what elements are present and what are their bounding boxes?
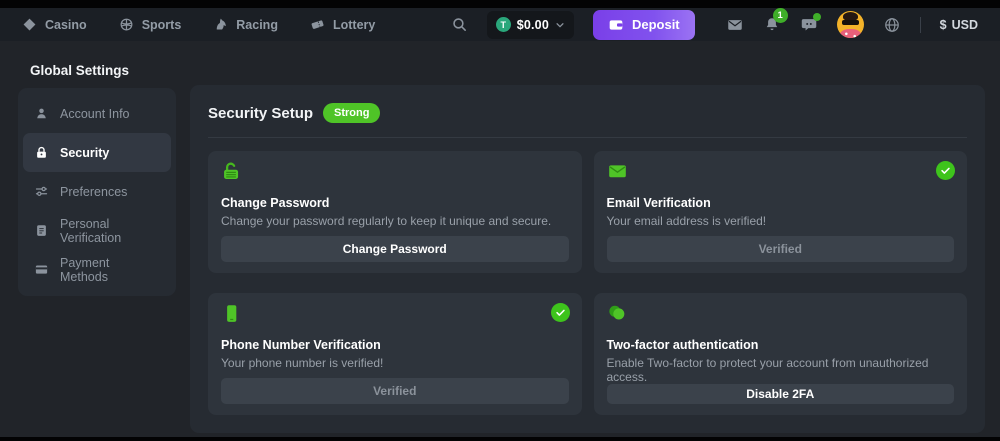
credit-card-icon (34, 262, 49, 277)
email-verification-card: Email Verification Your email address is… (594, 151, 968, 273)
chevron-down-icon (555, 20, 565, 30)
lock-icon (34, 145, 49, 160)
card-description: Change your password regularly to keep i… (221, 214, 569, 228)
sidebar-item-security[interactable]: Security (23, 133, 171, 172)
wallet-icon (608, 17, 624, 33)
document-icon (34, 223, 49, 238)
sidebar-item-payment-methods[interactable]: Payment Methods (23, 250, 171, 289)
nav-link-label: Casino (45, 18, 87, 32)
nav-link-casino[interactable]: Casino (22, 17, 87, 32)
top-navbar: Casino Sports Racing Lottery (0, 8, 1000, 41)
two-keys-icon (607, 303, 628, 329)
disable-2fa-button[interactable]: Disable 2FA (607, 384, 955, 404)
nav-link-label: Lottery (333, 18, 375, 32)
strength-badge: Strong (323, 103, 380, 123)
nav-link-sports[interactable]: Sports (119, 17, 182, 32)
nav-link-label: Sports (142, 18, 182, 32)
card-description: Your phone number is verified! (221, 356, 569, 370)
chat-online-dot (813, 13, 821, 21)
app-window: Casino Sports Racing Lottery (0, 0, 1000, 441)
change-password-card: Change Password Change your password reg… (208, 151, 582, 273)
email-verified-button[interactable]: Verified (607, 236, 955, 262)
notifications-bell-icon[interactable]: 1 (763, 16, 781, 34)
casino-icon (22, 17, 37, 32)
sidebar-item-preferences[interactable]: Preferences (23, 172, 171, 211)
lottery-ticket-icon (310, 17, 325, 32)
nav-divider (920, 17, 921, 33)
phone-icon (221, 303, 242, 329)
window-bottom-strip (0, 437, 1000, 441)
globe-language-icon[interactable] (883, 16, 901, 34)
sidebar-item-label: Preferences (60, 185, 127, 199)
nav-link-racing[interactable]: Racing (213, 17, 278, 32)
two-factor-card: Two-factor authentication Enable Two-fac… (594, 293, 968, 415)
card-title: Email Verification (607, 196, 955, 210)
sliders-icon (34, 184, 49, 199)
envelope-icon (607, 161, 628, 187)
currency-code: USD (952, 18, 978, 32)
person-icon (34, 106, 49, 121)
currency-symbol: $ (940, 18, 947, 32)
open-padlock-icon (221, 161, 242, 187)
sidebar-item-account-info[interactable]: Account Info (23, 94, 171, 133)
section-title: Security Setup (208, 105, 313, 122)
sidebar-item-label: Security (60, 146, 109, 160)
page-title: Global Settings (30, 63, 129, 78)
verified-check-icon (936, 161, 955, 180)
tether-coin-icon: T (496, 17, 511, 32)
currency-selector[interactable]: $ USD (940, 18, 978, 32)
card-title: Change Password (221, 196, 569, 210)
nav-link-label: Racing (236, 18, 278, 32)
search-icon[interactable] (451, 16, 468, 33)
phone-verified-button[interactable]: Verified (221, 378, 569, 404)
balance-amount: $0.00 (517, 18, 549, 32)
window-top-strip (0, 0, 1000, 8)
sidebar-item-label: Payment Methods (60, 256, 160, 284)
header-divider (208, 137, 967, 138)
avatar-sunglasses (842, 20, 859, 25)
nav-links: Casino Sports Racing Lottery (22, 17, 375, 32)
wallet-balance-dropdown[interactable]: T $0.00 (487, 11, 574, 39)
settings-sidebar: Account Info Security Preferences Person… (18, 88, 176, 296)
nav-link-lottery[interactable]: Lottery (310, 17, 375, 32)
sidebar-item-personal-verification[interactable]: Personal Verification (23, 211, 171, 250)
card-description: Enable Two-factor to protect your accoun… (607, 356, 955, 384)
card-title: Two-factor authentication (607, 338, 955, 352)
notification-count-badge: 1 (773, 8, 788, 23)
nav-right-controls: T $0.00 Deposit 1 (451, 10, 978, 40)
phone-verification-card: Phone Number Verification Your phone num… (208, 293, 582, 415)
racing-horse-icon (213, 17, 228, 32)
avatar-shirt (840, 29, 861, 38)
user-avatar[interactable] (837, 11, 864, 38)
chat-icon[interactable] (800, 16, 818, 34)
verified-check-icon (551, 303, 570, 322)
sidebar-item-label: Account Info (60, 107, 130, 121)
security-setup-panel: Security Setup Strong Change Password Ch… (190, 85, 985, 433)
security-setup-header: Security Setup Strong (208, 101, 967, 125)
card-description: Your email address is verified! (607, 214, 955, 228)
card-title: Phone Number Verification (221, 338, 569, 352)
security-cards-grid: Change Password Change your password reg… (208, 151, 967, 415)
sports-icon (119, 17, 134, 32)
sidebar-item-label: Personal Verification (60, 217, 160, 245)
change-password-button[interactable]: Change Password (221, 236, 569, 262)
mail-icon[interactable] (726, 16, 744, 34)
deposit-button[interactable]: Deposit (593, 10, 695, 40)
deposit-label: Deposit (632, 17, 680, 32)
